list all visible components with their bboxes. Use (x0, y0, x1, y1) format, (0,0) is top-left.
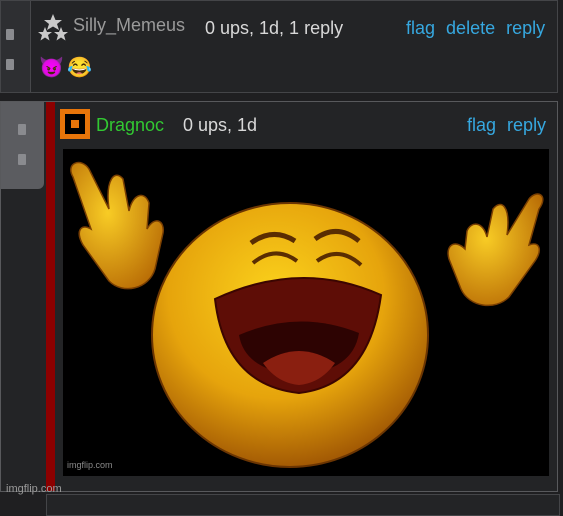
orange-square-avatar-icon[interactable] (60, 109, 90, 139)
laughing-emoji: 😂 (67, 57, 92, 79)
delete-link[interactable]: delete (446, 18, 495, 38)
thread-indicator-bar (46, 102, 55, 491)
flag-link[interactable]: flag (406, 18, 435, 38)
flag-link[interactable]: flag (467, 115, 496, 135)
footer-watermark: imgflip.com (6, 483, 62, 495)
right-hand (447, 193, 544, 307)
comment-actions: flag reply (461, 115, 546, 136)
comment-actions: flag delete reply (400, 18, 545, 39)
comment-username[interactable]: Silly_Memeus (73, 15, 185, 36)
next-comment-edge (46, 494, 560, 516)
left-hand (70, 161, 164, 290)
downvote-button[interactable] (6, 59, 14, 70)
crying-emoji-hands-image: imgflip.com (67, 161, 544, 470)
comment-image-crying-emoji[interactable]: imgflip.com (63, 149, 549, 476)
comment-meta: 0 ups, 1d (183, 115, 258, 135)
devil-emoji: 😈 (39, 57, 64, 79)
image-watermark: imgflip.com (67, 460, 113, 470)
reply-link[interactable]: reply (506, 18, 545, 38)
reply-link[interactable]: reply (507, 115, 546, 135)
comment-silly-memeus: Silly_Memeus 0 ups, 1d, 1 reply flag del… (0, 0, 558, 93)
downvote-button[interactable] (18, 154, 26, 165)
comment-username[interactable]: Dragnoc (96, 115, 164, 136)
upvote-button[interactable] (18, 124, 26, 135)
vote-column (1, 102, 44, 189)
upvote-button[interactable] (6, 29, 14, 40)
user-rank-stars-icon (38, 14, 68, 41)
comment-meta: 0 ups, 1d, 1 reply (205, 18, 344, 38)
vote-column (1, 1, 31, 92)
